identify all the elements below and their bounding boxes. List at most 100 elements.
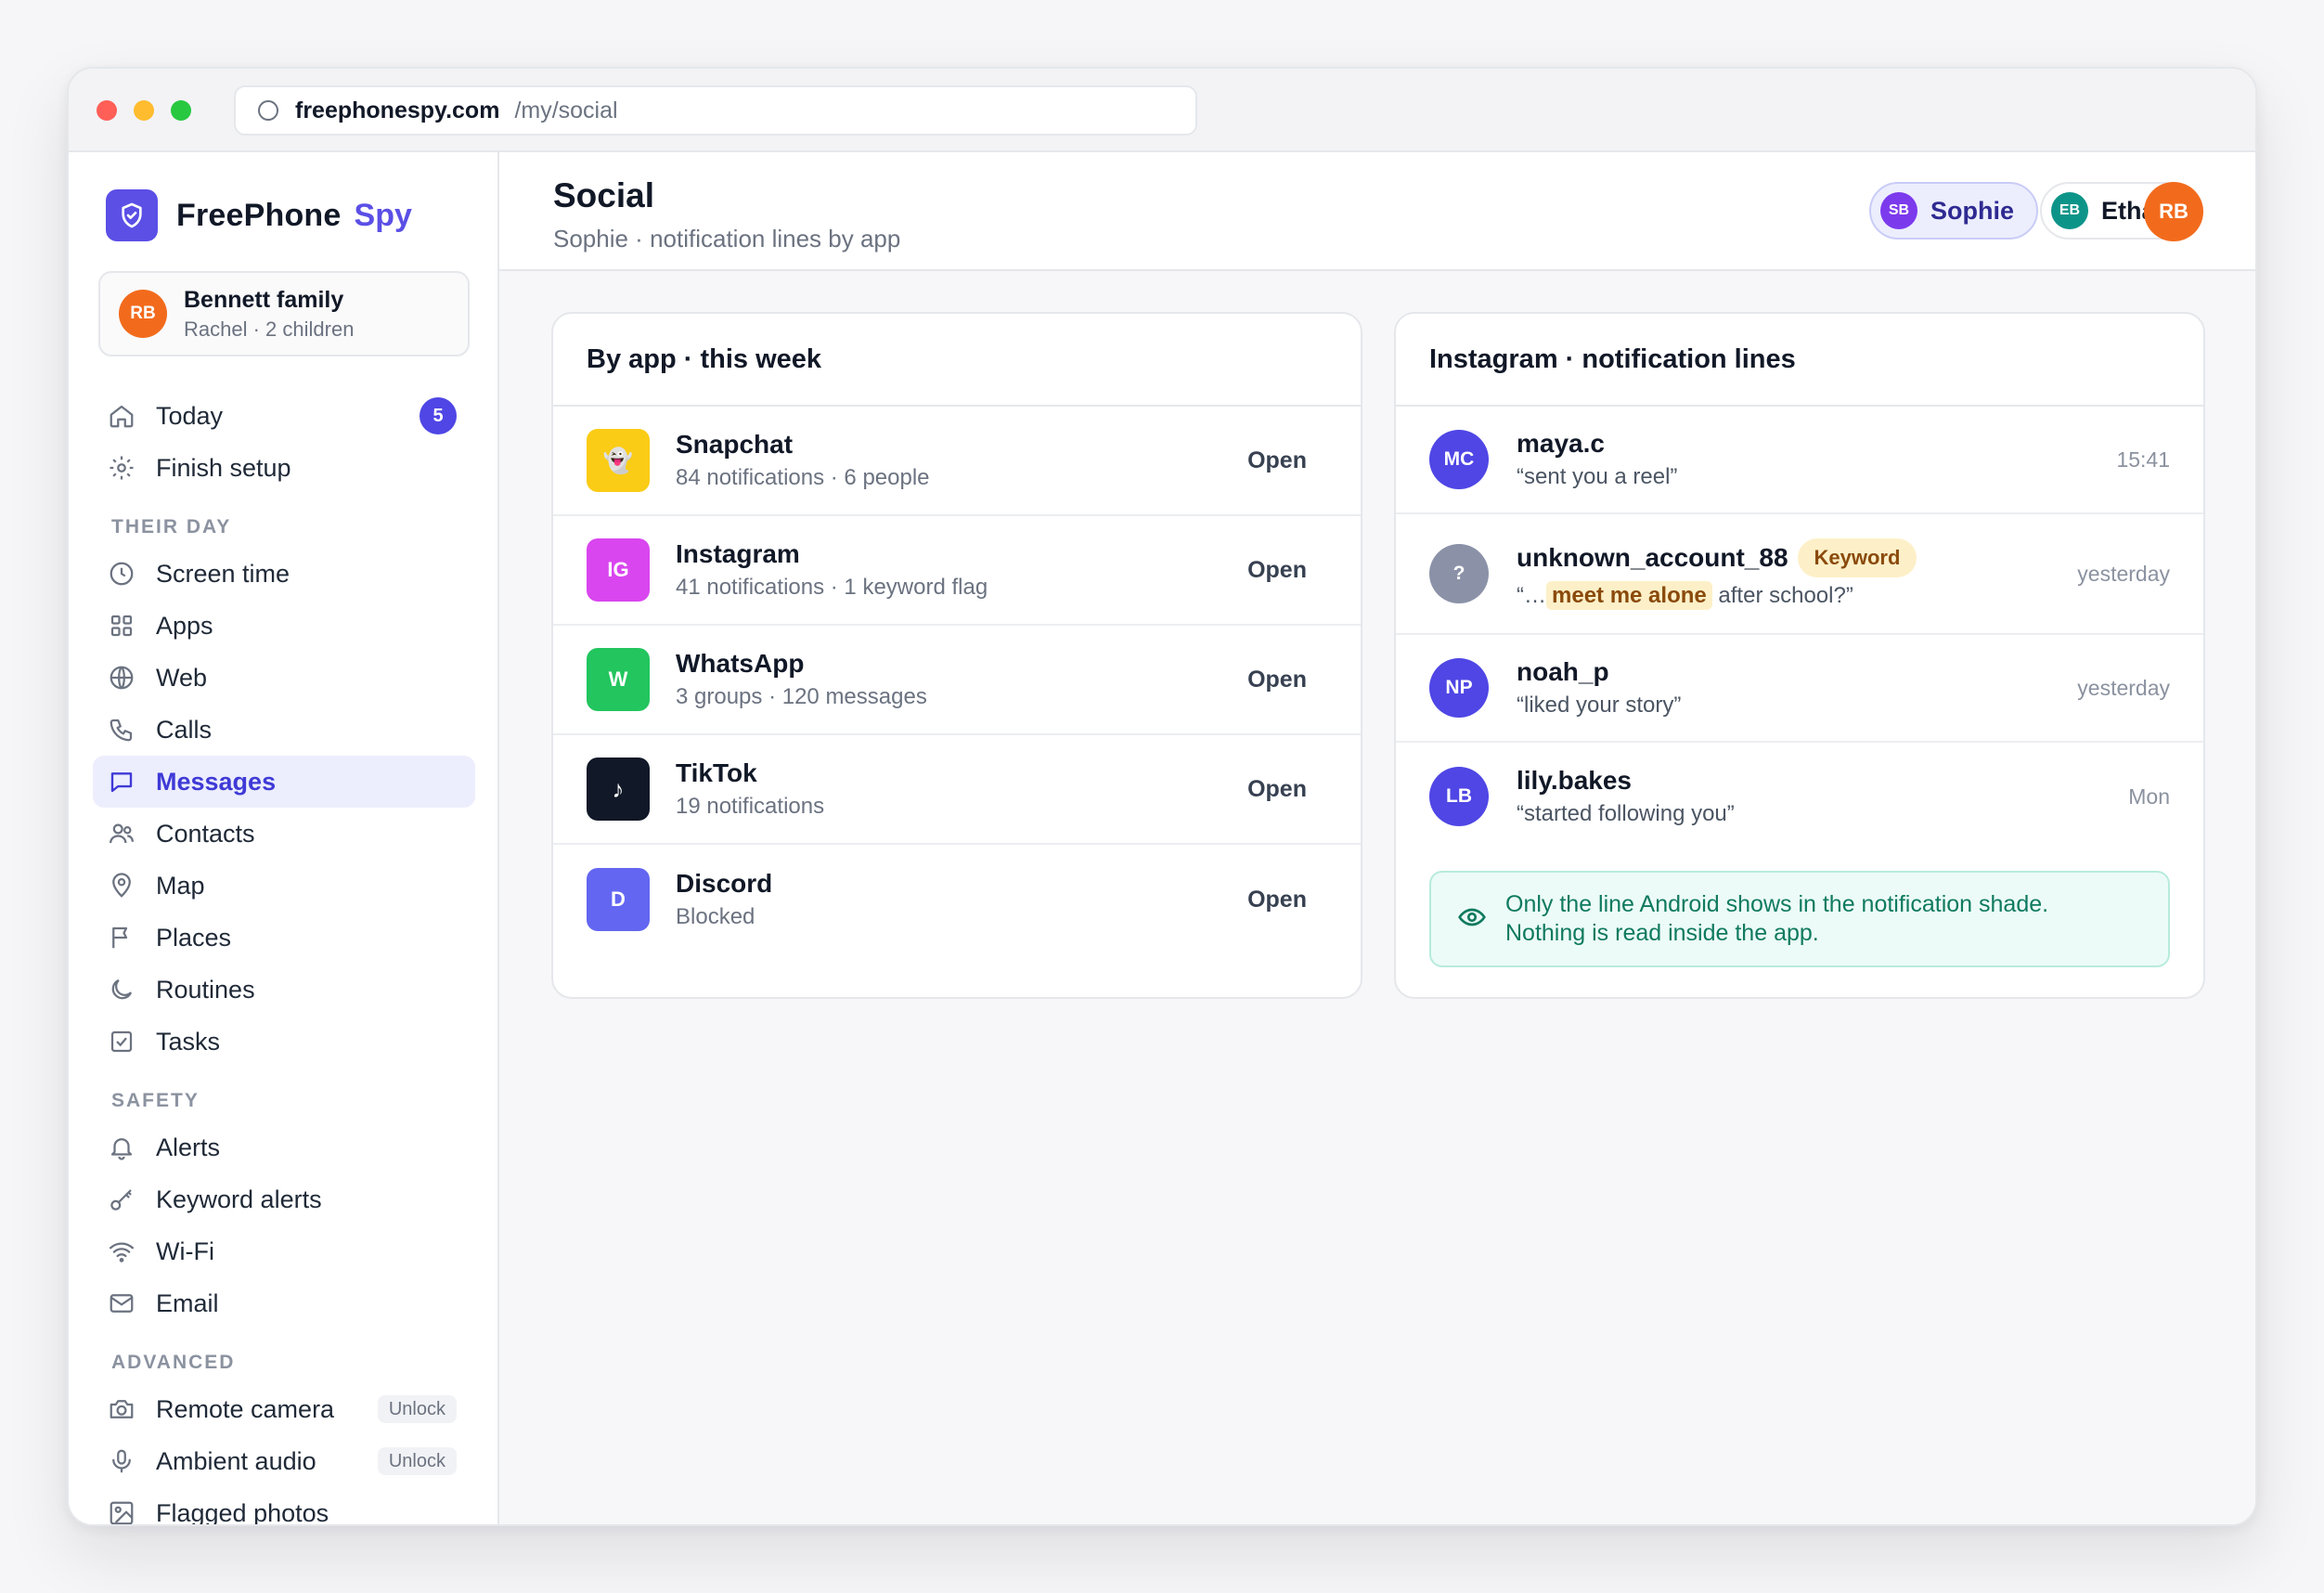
brand-accent: Spy <box>354 197 412 233</box>
app-row-discord[interactable]: D Discord Blocked Open <box>553 845 1361 954</box>
notification-time: 15:41 <box>2116 447 2170 472</box>
section-label-advanced: ADVANCED <box>111 1352 236 1373</box>
sidebar-item-label: Calls <box>156 715 213 744</box>
open-button[interactable]: Open <box>1247 557 1307 584</box>
eye-icon <box>1457 902 1487 937</box>
sidebar-item-finish-setup[interactable]: Finish setup <box>93 442 475 494</box>
line-prefix: “… <box>1517 583 1546 608</box>
sidebar-item-ambient-audio[interactable]: Ambient audio Unlock <box>93 1435 475 1487</box>
sidebar-item-web[interactable]: Web <box>93 652 475 704</box>
user-avatar[interactable]: RB <box>2144 182 2203 241</box>
sidebar-item-email[interactable]: Email <box>93 1277 475 1329</box>
unlock-tag[interactable]: Unlock <box>377 1395 457 1423</box>
notification-time: Mon <box>2128 784 2170 809</box>
privacy-note: Only the line Android shows in the notif… <box>1429 871 2170 967</box>
open-button[interactable]: Open <box>1247 447 1307 474</box>
sidebar-item-today[interactable]: Today 5 <box>93 390 475 442</box>
open-button[interactable]: Open <box>1247 776 1307 803</box>
close-window-button[interactable] <box>97 100 117 121</box>
gear-icon <box>108 454 136 482</box>
card-title: By app · this week <box>553 314 1361 407</box>
app-row-instagram[interactable]: IG Instagram 41 notifications · 1 keywor… <box>553 516 1361 626</box>
sender-avatar: MC <box>1429 430 1489 489</box>
app-name: Instagram <box>676 539 800 568</box>
family-avatar: RB <box>119 290 167 338</box>
address-bar[interactable]: freephonespy.com /my/social <box>234 85 1197 136</box>
sender-name: maya.c <box>1517 429 1605 458</box>
sidebar-item-label: Contacts <box>156 819 255 848</box>
sidebar-item-alerts[interactable]: Alerts <box>93 1121 475 1173</box>
site-info-icon <box>258 100 278 121</box>
open-button[interactable]: Open <box>1247 667 1307 693</box>
sidebar-item-wifi[interactable]: Wi-Fi <box>93 1225 475 1277</box>
sidebar-item-map[interactable]: Map <box>93 860 475 912</box>
sender-avatar: LB <box>1429 767 1489 826</box>
map-pin-icon <box>108 872 136 900</box>
sidebar-item-label: Places <box>156 923 232 952</box>
url-domain: freephonespy.com <box>295 97 500 123</box>
flag-icon <box>108 924 136 952</box>
notification-line: “started following you” <box>1517 801 1735 826</box>
app-name: WhatsApp <box>676 649 805 678</box>
image-icon <box>108 1499 136 1524</box>
sidebar-item-apps[interactable]: Apps <box>93 600 475 652</box>
page-title: Social <box>553 176 654 214</box>
sidebar-item-label: Map <box>156 871 205 900</box>
open-button[interactable]: Open <box>1247 887 1307 913</box>
instagram-icon: IG <box>587 538 650 602</box>
browser-window: freephonespy.com /my/social FreePhone Sp… <box>67 67 2257 1526</box>
notification-row[interactable]: LB lily.bakes “started following you” Mo… <box>1396 743 2203 850</box>
moon-icon <box>108 976 136 1004</box>
note-line-2: Nothing is read inside the app. <box>1505 920 1819 946</box>
sidebar-item-tasks[interactable]: Tasks <box>93 1016 475 1068</box>
whatsapp-icon: W <box>587 648 650 711</box>
sidebar-item-routines[interactable]: Routines <box>93 964 475 1016</box>
family-subtitle: Rachel · 2 children <box>184 317 355 341</box>
sidebar-item-label: Tasks <box>156 1027 221 1056</box>
globe-icon <box>108 664 136 692</box>
sidebar-item-label: Keyword alerts <box>156 1185 322 1213</box>
unlock-tag[interactable]: Unlock <box>377 1447 457 1475</box>
sidebar-item-remote-camera[interactable]: Remote camera Unlock <box>93 1383 475 1435</box>
users-icon <box>108 820 136 848</box>
sidebar-item-messages[interactable]: Messages <box>93 756 475 808</box>
app-row-snapchat[interactable]: 👻 Snapchat 84 notifications · 6 people O… <box>553 407 1361 516</box>
snapchat-icon: 👻 <box>587 429 650 492</box>
app-row-tiktok[interactable]: ♪ TikTok 19 notifications Open <box>553 735 1361 845</box>
sidebar-item-flagged-photos[interactable]: Flagged photos <box>93 1487 475 1524</box>
unknown-sender-avatar: ? <box>1429 544 1489 603</box>
main-content: Social Sophie · notification lines by ap… <box>499 152 2255 1524</box>
page-header: Social Sophie · notification lines by ap… <box>499 152 2255 271</box>
sidebar-item-contacts[interactable]: Contacts <box>93 808 475 860</box>
notification-time: yesterday <box>2077 561 2170 586</box>
brand[interactable]: FreePhone Spy <box>106 189 412 241</box>
shield-logo-icon <box>106 189 158 241</box>
today-count-badge: 5 <box>420 397 457 434</box>
child-switch-sophie[interactable]: SB Sophie <box>1869 182 2039 240</box>
sidebar-item-keyword-alerts[interactable]: Keyword alerts <box>93 1173 475 1225</box>
notification-row[interactable]: NP noah_p “liked your story” yesterday <box>1396 635 2203 743</box>
mic-icon <box>108 1447 136 1475</box>
sender-name: unknown_account_88 <box>1517 543 1788 572</box>
discord-icon: D <box>587 868 650 931</box>
camera-icon <box>108 1395 136 1423</box>
bell-icon <box>108 1133 136 1161</box>
brand-name: FreePhone <box>176 197 342 233</box>
wifi-icon <box>108 1237 136 1265</box>
sidebar-item-screen-time[interactable]: Screen time <box>93 548 475 600</box>
app-summary: 41 notifications · 1 keyword flag <box>676 575 988 600</box>
sidebar-item-places[interactable]: Places <box>93 912 475 964</box>
sidebar-item-label: Screen time <box>156 559 290 588</box>
message-icon <box>108 768 136 796</box>
grid-icon <box>108 612 136 640</box>
notification-row-flagged[interactable]: ? unknown_account_88 Keyword “… meet me a… <box>1396 514 2203 635</box>
app-row-whatsapp[interactable]: W WhatsApp 3 groups · 120 messages Open <box>553 626 1361 735</box>
note-line-1: Only the line Android shows in the notif… <box>1505 891 2049 917</box>
app-name: Discord <box>676 869 773 898</box>
section-label-their-day: THEIR DAY <box>111 516 232 537</box>
notification-row[interactable]: MC maya.c “sent you a reel” 15:41 <box>1396 407 2203 514</box>
maximize-window-button[interactable] <box>171 100 191 121</box>
minimize-window-button[interactable] <box>134 100 154 121</box>
sidebar-item-calls[interactable]: Calls <box>93 704 475 756</box>
family-switcher[interactable]: RB Bennett family Rachel · 2 children <box>98 271 470 356</box>
